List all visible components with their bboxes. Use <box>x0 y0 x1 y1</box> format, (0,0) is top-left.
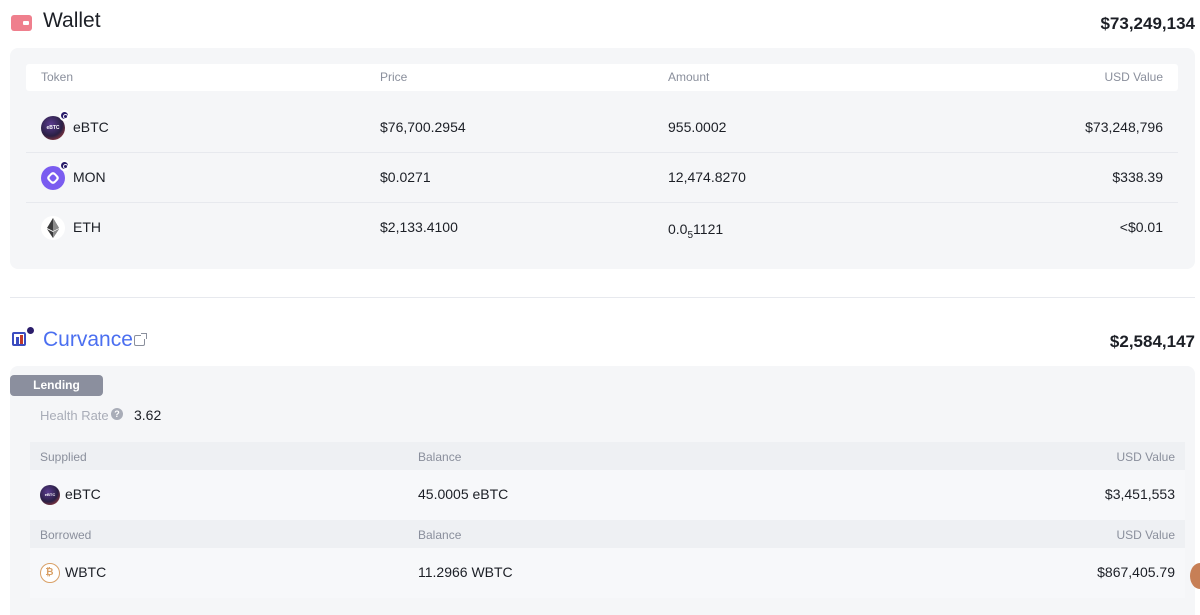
token-name: WBTC <box>65 564 107 580</box>
token-amount: 955.0002 <box>668 119 727 135</box>
column-price: Price <box>380 70 408 84</box>
column-supplied: Supplied <box>40 450 87 464</box>
table-row[interactable]: MON $0.0271 12,474.8270 $338.39 <box>26 153 1178 203</box>
token-name: MON <box>73 169 106 185</box>
column-usd-value: USD Value <box>1116 450 1175 464</box>
token-usd-value: $3,451,553 <box>1104 486 1175 502</box>
wbtc-token-icon: ₿ <box>40 563 60 583</box>
health-rate-value: 3.62 <box>134 407 162 423</box>
column-balance: Balance <box>418 450 462 464</box>
section-divider <box>10 297 1195 298</box>
token-balance: 11.2966 WBTC <box>418 564 513 580</box>
token-usd-value: $73,248,796 <box>1085 119 1163 135</box>
column-usd-value: USD Value <box>1104 70 1163 84</box>
help-icon[interactable]: ? <box>111 408 123 420</box>
token-usd-value: $867,405.79 <box>1097 564 1175 580</box>
column-usd-value: USD Value <box>1116 528 1175 542</box>
column-borrowed: Borrowed <box>40 528 92 542</box>
ebtc-token-icon: eBTC <box>40 485 60 505</box>
token-amount: 0.051121 <box>668 221 724 241</box>
token-name: eBTC <box>65 486 101 502</box>
health-rate-label: Health Rate <box>40 408 109 423</box>
token-price: $0.0271 <box>380 169 431 185</box>
wallet-header: Wallet $73,249,134 <box>0 6 1200 42</box>
wallet-panel: Token Price Amount USD Value eBTC eBTC $… <box>10 48 1195 269</box>
tab-lending[interactable]: Lending <box>10 375 103 396</box>
wallet-icon <box>11 15 32 31</box>
wallet-title: Wallet <box>43 9 101 32</box>
token-usd-value: $338.39 <box>1112 169 1163 185</box>
column-token: Token <box>41 70 74 84</box>
token-price: $76,700.2954 <box>380 119 466 135</box>
table-row[interactable]: eBTC eBTC 45.0005 eBTC $3,451,553 <box>30 470 1185 520</box>
chain-badge-icon <box>59 160 70 171</box>
wallet-table-header: Token Price Amount USD Value <box>26 64 1178 91</box>
table-row[interactable]: eBTC eBTC $76,700.2954 955.0002 $73,248,… <box>26 103 1178 153</box>
token-usd-value: <$0.01 <box>1119 219 1163 235</box>
token-name: ETH <box>73 219 101 235</box>
token-amount: 12,474.8270 <box>668 169 746 185</box>
token-price: $2,133.4100 <box>380 219 458 235</box>
column-amount: Amount <box>668 70 710 84</box>
supplied-table-header: Supplied Balance USD Value <box>30 442 1185 470</box>
wallet-total: $73,249,134 <box>1100 14 1195 33</box>
chain-badge-icon <box>59 110 70 121</box>
external-link-icon[interactable] <box>134 333 147 346</box>
token-balance: 45.0005 eBTC <box>418 486 509 502</box>
curvance-title-link[interactable]: Curvance <box>43 328 133 352</box>
token-name: eBTC <box>73 119 109 135</box>
table-row[interactable]: ₿ WBTC 11.2966 WBTC $867,405.79 <box>30 548 1185 598</box>
column-balance: Balance <box>418 528 462 542</box>
curvance-total: $2,584,147 <box>1109 332 1195 351</box>
table-row[interactable]: ETH $2,133.4100 0.051121 <$0.01 <box>26 203 1178 253</box>
curvance-panel: Lending Health Rate ? 3.62 Supplied Bala… <box>10 366 1195 615</box>
chain-badge-icon <box>25 325 36 336</box>
curvance-header: Curvance $2,584,147 <box>0 322 1200 360</box>
eth-token-icon <box>41 216 65 240</box>
curvance-logo-icon <box>12 332 28 348</box>
borrowed-table-header: Borrowed Balance USD Value <box>30 520 1185 548</box>
